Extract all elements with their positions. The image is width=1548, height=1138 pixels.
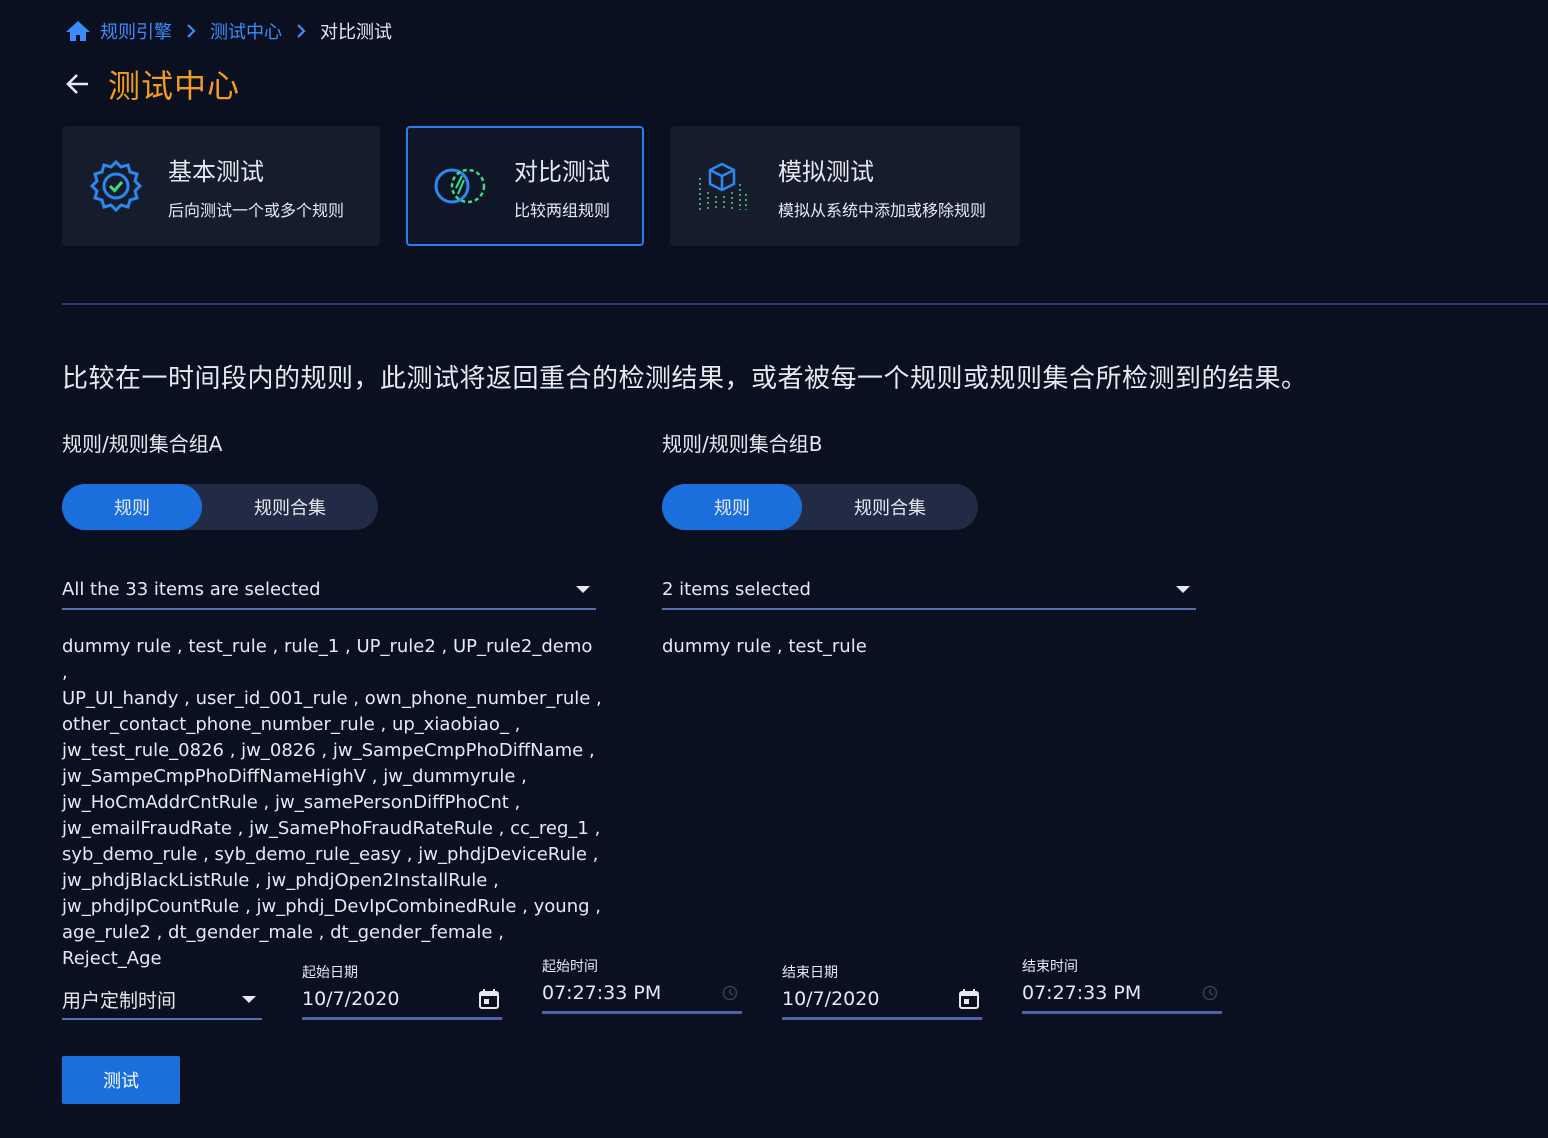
- calendar-icon[interactable]: [478, 988, 500, 1010]
- group-a-select-value: All the 33 items are selected: [62, 578, 321, 600]
- test-button[interactable]: 测试: [62, 1056, 180, 1104]
- start-date-value: 10/7/2020: [302, 987, 400, 1010]
- group-a-label: 规则/规则集合组A: [62, 432, 223, 456]
- rule-list-line: syb_demo_rule , syb_demo_rule_easy , jw_…: [62, 844, 599, 865]
- rule-list-line: jw_phdjBlackListRule , jw_phdjOpen2Insta…: [62, 870, 499, 891]
- time-range-value: 用户定制时间: [62, 989, 177, 1012]
- group-a-toggle-ruleset[interactable]: 规则合集: [202, 484, 378, 530]
- rule-list-line: jw_phdjIpCountRule , jw_phdj_DevIpCombin…: [62, 896, 601, 917]
- rule-list-line: other_contact_phone_number_rule , up_xia…: [62, 714, 521, 735]
- card-desc: 模拟从系统中添加或移除规则: [778, 200, 987, 220]
- start-time-input[interactable]: 07:27:33 PM: [542, 974, 742, 1014]
- end-time-value: 07:27:33 PM: [1022, 981, 1142, 1004]
- breadcrumb-test-center[interactable]: 测试中心: [210, 18, 282, 44]
- end-time-label: 结束时间: [1022, 959, 1078, 975]
- chevron-right-icon: [186, 24, 196, 38]
- start-date-input[interactable]: 10/7/2020: [302, 980, 502, 1020]
- time-range-select[interactable]: 用户定制时间: [62, 980, 262, 1020]
- overlap-circles-icon: [432, 158, 488, 214]
- cube-data-icon: [694, 158, 750, 214]
- start-time-field: 起始时间 07:27:33 PM: [542, 956, 742, 1014]
- clock-icon[interactable]: [1202, 985, 1218, 1001]
- group-b-select-value: 2 items selected: [662, 578, 811, 600]
- group-b-toggle-rule[interactable]: 规则: [662, 484, 802, 530]
- compare-description: 比较在一时间段内的规则，此测试将返回重合的检测结果，或者被每一个规则或规则集合所…: [62, 364, 1308, 394]
- start-time-label: 起始时间: [542, 959, 598, 975]
- group-a-rule-list: dummy rule , test_rule , rule_1 , UP_rul…: [62, 634, 602, 972]
- rule-list-line: jw_test_rule_0826 , jw_0826 , jw_SampeCm…: [62, 740, 595, 761]
- time-range-field: 用户定制时间: [62, 962, 262, 1020]
- gear-check-icon: [88, 158, 144, 214]
- back-arrow-icon[interactable]: [64, 70, 92, 98]
- card-desc: 后向测试一个或多个规则: [168, 200, 345, 220]
- rule-list-line: jw_HoCmAddrCntRule , jw_samePersonDiffPh…: [62, 792, 521, 813]
- end-date-input[interactable]: 10/7/2020: [782, 980, 982, 1020]
- start-date-label: 起始日期: [302, 965, 358, 981]
- end-date-field: 结束日期 10/7/2020: [782, 962, 982, 1020]
- card-compare-test[interactable]: 对比测试 比较两组规则: [406, 126, 644, 246]
- group-a-toggle: 规则 规则合集: [62, 484, 378, 530]
- rule-list-line: dummy rule , test_rule , rule_1 , UP_rul…: [62, 636, 593, 683]
- end-date-label: 结束日期: [782, 965, 838, 981]
- home-icon[interactable]: [64, 19, 92, 43]
- card-title: 对比测试: [514, 157, 610, 186]
- group-b-label: 规则/规则集合组B: [662, 432, 823, 456]
- breadcrumb-rule-engine[interactable]: 规则引擎: [100, 18, 172, 44]
- dropdown-arrow-icon: [242, 995, 256, 1003]
- group-b-toggle: 规则 规则合集: [662, 484, 978, 530]
- group-a-toggle-rule[interactable]: 规则: [62, 484, 202, 530]
- end-time-input[interactable]: 07:27:33 PM: [1022, 974, 1222, 1014]
- card-basic-test[interactable]: 基本测试 后向测试一个或多个规则: [62, 126, 380, 246]
- card-desc: 比较两组规则: [514, 200, 611, 220]
- breadcrumb: 规则引擎 测试中心 对比测试: [64, 18, 392, 44]
- breadcrumb-current: 对比测试: [320, 22, 392, 43]
- rule-list-line: jw_emailFraudRate , jw_SamePhoFraudRateR…: [62, 818, 601, 839]
- rule-list-line: jw_SampeCmpPhoDiffNameHighV , jw_dummyru…: [62, 766, 527, 787]
- group-a-select[interactable]: All the 33 items are selected: [62, 570, 596, 610]
- section-divider: [62, 303, 1548, 305]
- group-b-select[interactable]: 2 items selected: [662, 570, 1196, 610]
- dropdown-arrow-icon: [1176, 585, 1190, 593]
- card-title: 基本测试: [168, 157, 264, 186]
- group-b-rule-list: dummy rule , test_rule: [662, 634, 1202, 660]
- clock-icon[interactable]: [722, 985, 738, 1001]
- title-row: 测试中心: [64, 62, 240, 106]
- calendar-icon[interactable]: [958, 988, 980, 1010]
- dropdown-arrow-icon: [576, 585, 590, 593]
- start-date-field: 起始日期 10/7/2020: [302, 962, 502, 1020]
- end-date-value: 10/7/2020: [782, 987, 880, 1010]
- rule-list-line: dummy rule , test_rule: [662, 636, 867, 657]
- card-simulate-test[interactable]: 模拟测试 模拟从系统中添加或移除规则: [670, 126, 1020, 246]
- end-time-field: 结束时间 07:27:33 PM: [1022, 956, 1222, 1014]
- group-b-toggle-ruleset[interactable]: 规则合集: [802, 484, 978, 530]
- rule-list-line: UP_UI_handy , user_id_001_rule , own_pho…: [62, 688, 602, 709]
- page-title: 测试中心: [108, 67, 241, 105]
- chevron-right-icon: [296, 24, 306, 38]
- start-time-value: 07:27:33 PM: [542, 981, 662, 1004]
- card-title: 模拟测试: [778, 157, 874, 186]
